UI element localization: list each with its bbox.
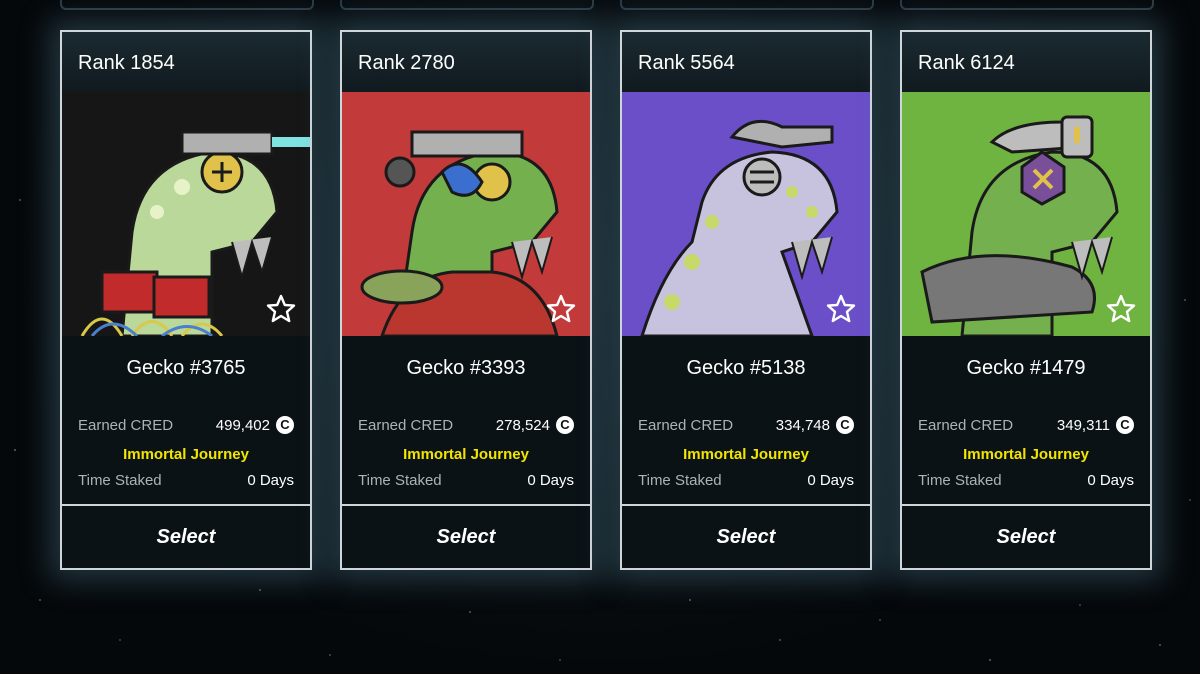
time-staked-label: Time Staked: [918, 472, 1002, 489]
rank-label: Rank 5564: [638, 52, 735, 74]
select-button-label: Select: [436, 525, 496, 548]
journey-status: Immortal Journey: [683, 446, 809, 463]
card-header: Rank 2780: [342, 32, 590, 92]
select-button-label: Select: [996, 525, 1056, 548]
rank-label: Rank 1854: [78, 52, 175, 74]
gecko-name: Gecko #3765: [126, 357, 246, 379]
gecko-card[interactable]: Rank 6124 Gecko #1479 Earned CRED 349,31…: [900, 30, 1152, 570]
time-staked-label: Time Staked: [358, 472, 442, 489]
favorite-star-icon[interactable]: [1106, 294, 1136, 324]
card-frame-fragment: [620, 0, 874, 10]
select-button[interactable]: Select: [622, 504, 870, 568]
card-header: Rank 6124: [902, 32, 1150, 92]
favorite-star-icon[interactable]: [266, 294, 296, 324]
rank-label: Rank 2780: [358, 52, 455, 74]
earned-cred-label: Earned CRED: [78, 417, 174, 434]
rank-label: Rank 6124: [918, 52, 1015, 74]
time-staked-value: 0 Days: [1087, 472, 1134, 489]
gecko-artwork: [622, 92, 870, 336]
card-frame-fragment: [60, 0, 314, 10]
journey-status: Immortal Journey: [963, 446, 1089, 463]
earned-cred-label: Earned CRED: [918, 417, 1014, 434]
gecko-name: Gecko #3393: [406, 357, 526, 379]
cred-coin-icon: C: [836, 416, 854, 434]
card-frame-fragment: [900, 0, 1154, 10]
earned-cred-amount: 278,524: [495, 416, 550, 434]
gecko-artwork: [62, 92, 310, 336]
favorite-star-icon[interactable]: [546, 294, 576, 324]
card-frame-fragment: [340, 0, 594, 10]
time-staked-value: 0 Days: [527, 472, 574, 489]
select-button-label: Select: [156, 525, 216, 548]
earned-cred-amount: 349,311: [1056, 416, 1110, 434]
favorite-star-icon[interactable]: [826, 294, 856, 324]
earned-cred-amount: 334,748: [775, 416, 830, 434]
time-staked-label: Time Staked: [78, 472, 162, 489]
select-button[interactable]: Select: [62, 504, 310, 568]
card-header: Rank 5564: [622, 32, 870, 92]
select-button[interactable]: Select: [342, 504, 590, 568]
time-staked-value: 0 Days: [807, 472, 854, 489]
cred-coin-icon: C: [556, 416, 574, 434]
time-staked-label: Time Staked: [638, 472, 722, 489]
earned-cred-amount: 499,402: [215, 416, 270, 434]
gecko-card[interactable]: Rank 5564 Gecko #5138 Earned CRED 334,74…: [620, 30, 872, 570]
gecko-artwork: [342, 92, 590, 336]
cred-coin-icon: C: [1116, 416, 1134, 434]
cred-coin-icon: C: [276, 416, 294, 434]
earned-cred-value: 278,524 C: [496, 416, 574, 434]
gecko-name: Gecko #5138: [686, 357, 806, 379]
select-button[interactable]: Select: [902, 504, 1150, 568]
journey-status: Immortal Journey: [123, 446, 249, 463]
earned-cred-label: Earned CRED: [638, 417, 734, 434]
card-header: Rank 1854: [62, 32, 310, 92]
earned-cred-label: Earned CRED: [358, 417, 454, 434]
earned-cred-value: 349,311 C: [1057, 416, 1134, 434]
select-button-label: Select: [716, 525, 776, 548]
gecko-name: Gecko #1479: [966, 357, 1086, 379]
journey-status: Immortal Journey: [403, 446, 529, 463]
gecko-card[interactable]: Rank 2780 Gecko #3393 Earned CRED 278,52…: [340, 30, 592, 570]
earned-cred-value: 334,748 C: [776, 416, 854, 434]
earned-cred-value: 499,402 C: [216, 416, 294, 434]
time-staked-value: 0 Days: [247, 472, 294, 489]
gecko-artwork: [902, 92, 1150, 336]
gecko-card[interactable]: Rank 1854 Gecko #3765 Earned CRED 499,40…: [60, 30, 312, 570]
